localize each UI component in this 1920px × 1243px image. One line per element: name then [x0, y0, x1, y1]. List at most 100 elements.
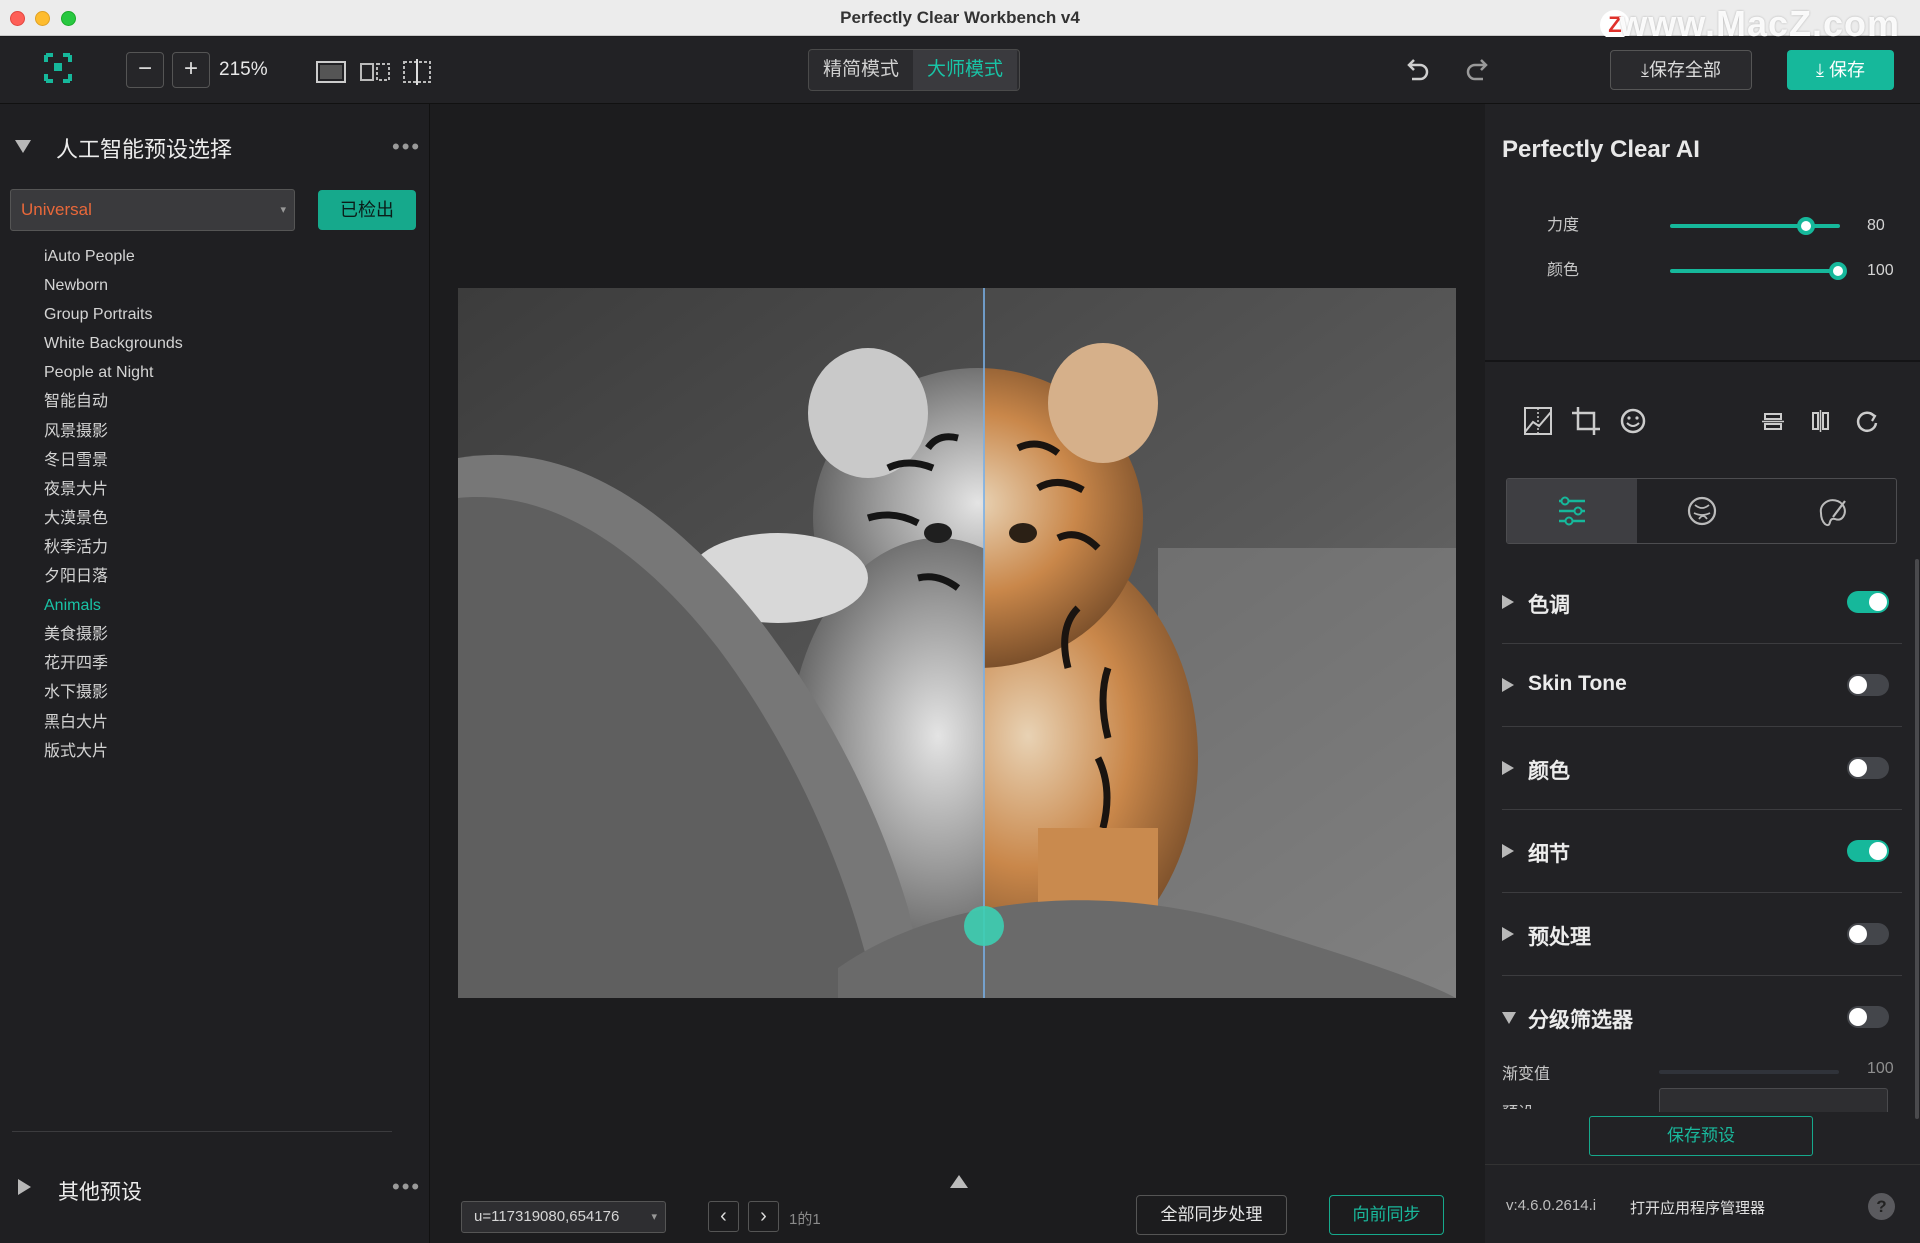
- preset-item[interactable]: iAuto People: [44, 242, 183, 271]
- preset-item[interactable]: 夜景大片: [44, 475, 183, 504]
- preset-item[interactable]: Newborn: [44, 271, 183, 300]
- collapse-section-icon[interactable]: [1502, 1012, 1516, 1024]
- next-image-button[interactable]: ›: [748, 1201, 779, 1232]
- strength-slider-knob[interactable]: [1797, 217, 1815, 235]
- preset-item[interactable]: 风景摄影: [44, 417, 183, 446]
- section-row[interactable]: 色调: [1502, 561, 1902, 644]
- more-options-icon[interactable]: •••: [392, 134, 421, 160]
- sliders-icon: [1559, 496, 1585, 526]
- preset-item[interactable]: 花开四季: [44, 649, 183, 678]
- expand-section-icon[interactable]: [1502, 595, 1514, 609]
- color-slider-knob[interactable]: [1829, 262, 1847, 280]
- preset-item[interactable]: 冬日雪景: [44, 446, 183, 475]
- detected-button[interactable]: 已检出: [318, 190, 416, 230]
- save-button[interactable]: ⤓ 保存: [1787, 50, 1894, 90]
- other-presets-title: 其他预设: [58, 1181, 142, 1204]
- histogram-icon[interactable]: [1521, 404, 1555, 438]
- gradient-slider[interactable]: [1659, 1070, 1839, 1074]
- panel-scrollbar[interactable]: [1915, 559, 1919, 1119]
- section-row[interactable]: 预处理: [1502, 893, 1902, 976]
- undo-icon[interactable]: [1402, 55, 1432, 85]
- section-toggle[interactable]: [1847, 674, 1889, 696]
- master-mode-tab[interactable]: 大师模式: [913, 50, 1017, 90]
- tab-adjustments[interactable]: [1507, 479, 1637, 543]
- section-toggle[interactable]: [1847, 757, 1889, 779]
- preset-item[interactable]: 秋季活力: [44, 533, 183, 562]
- version-text: v:4.6.0.2614.i: [1506, 1197, 1597, 1214]
- collapse-presets-icon[interactable]: [15, 140, 31, 153]
- open-app-manager-link[interactable]: 打开应用程序管理器: [1630, 1197, 1765, 1218]
- preset-item[interactable]: 美食摄影: [44, 620, 183, 649]
- download-icon: ⤓: [1816, 60, 1829, 80]
- expand-section-icon[interactable]: [1502, 844, 1514, 858]
- section-toggle[interactable]: [1847, 840, 1889, 862]
- sync-forward-button[interactable]: 向前同步: [1329, 1195, 1444, 1235]
- strength-value: 80: [1867, 217, 1885, 234]
- redo-icon[interactable]: [1463, 55, 1493, 85]
- zoom-out-button[interactable]: −: [126, 52, 164, 88]
- expand-section-icon[interactable]: [1502, 927, 1514, 941]
- tab-effects[interactable]: [1767, 479, 1896, 543]
- preset-item[interactable]: People at Night: [44, 358, 183, 387]
- preset-item[interactable]: 夕阳日落: [44, 562, 183, 591]
- flip-horizontal-icon[interactable]: [1803, 404, 1837, 438]
- split-view-icon[interactable]: [402, 59, 432, 85]
- save-all-label: 保存全部: [1648, 60, 1721, 80]
- single-view-icon[interactable]: [316, 59, 346, 85]
- preset-item[interactable]: Animals: [44, 591, 183, 620]
- expand-other-presets-icon[interactable]: [18, 1179, 31, 1195]
- preset-item[interactable]: Group Portraits: [44, 300, 183, 329]
- other-more-options-icon[interactable]: •••: [392, 1174, 421, 1200]
- face-icon[interactable]: [1616, 404, 1650, 438]
- section-toggle[interactable]: [1847, 1006, 1889, 1028]
- toggle-knob: [1869, 842, 1887, 860]
- flip-vertical-icon[interactable]: [1756, 404, 1790, 438]
- panel-title: Perfectly Clear AI: [1502, 136, 1700, 163]
- preset-item[interactable]: 版式大片: [44, 737, 183, 766]
- section-row[interactable]: Skin Tone: [1502, 644, 1902, 727]
- divider: [1485, 360, 1920, 362]
- section-row[interactable]: 颜色: [1502, 727, 1902, 810]
- color-slider[interactable]: [1670, 269, 1840, 273]
- zoom-in-button[interactable]: +: [172, 52, 210, 88]
- section-toggle[interactable]: [1847, 591, 1889, 613]
- expand-section-icon[interactable]: [1502, 678, 1514, 692]
- main-toolbar: − + 215% 精简模式 大师模式 ⤓保存全部 ⤓ 保存: [0, 37, 1920, 104]
- help-icon[interactable]: ?: [1868, 1193, 1895, 1220]
- section-row[interactable]: 分级筛选器: [1502, 976, 1902, 1059]
- app-logo-icon: [44, 53, 72, 83]
- strength-label: 力度: [1547, 217, 1580, 234]
- section-toggle[interactable]: [1847, 923, 1889, 945]
- photo-preview[interactable]: [458, 288, 1456, 998]
- preset-item[interactable]: 智能自动: [44, 387, 183, 416]
- show-filmstrip-icon[interactable]: [950, 1175, 968, 1188]
- preset-item[interactable]: 黑白大片: [44, 708, 183, 737]
- rotate-icon[interactable]: [1850, 404, 1884, 438]
- crop-icon[interactable]: [1569, 404, 1603, 438]
- toggle-knob: [1849, 759, 1867, 777]
- simple-mode-tab[interactable]: 精简模式: [809, 50, 913, 90]
- preset-item[interactable]: White Backgrounds: [44, 329, 183, 358]
- expand-section-icon[interactable]: [1502, 761, 1514, 775]
- mode-switcher: 精简模式 大师模式: [808, 49, 1020, 91]
- split-handle-icon[interactable]: [964, 906, 1004, 946]
- file-selector[interactable]: u=117319080,654176 ▾: [461, 1201, 666, 1233]
- save-label: 保存: [1828, 60, 1865, 80]
- preset-item[interactable]: 水下摄影: [44, 678, 183, 707]
- section-label: 颜色: [1528, 760, 1570, 783]
- preset-item[interactable]: 大漠景色: [44, 504, 183, 533]
- prev-image-button[interactable]: ‹: [708, 1201, 739, 1232]
- section-label: Skin Tone: [1528, 672, 1627, 695]
- filter-preset-dropdown[interactable]: [1659, 1088, 1888, 1112]
- section-row[interactable]: 细节: [1502, 810, 1902, 893]
- side-by-side-view-icon[interactable]: [360, 59, 390, 85]
- save-all-button[interactable]: ⤓保存全部: [1610, 50, 1752, 90]
- tab-creative[interactable]: [1637, 479, 1767, 543]
- preset-list: iAuto People Newborn Group Portraits White …: [44, 242, 183, 766]
- save-preset-button[interactable]: 保存预设: [1589, 1116, 1813, 1156]
- preset-dropdown[interactable]: Universal ▾: [10, 189, 295, 231]
- sync-all-button[interactable]: 全部同步处理: [1136, 1195, 1287, 1235]
- tiger-cub-photo: [458, 288, 1456, 998]
- filter-preset-label: 预设: [1502, 1099, 1534, 1109]
- split-divider-line[interactable]: [983, 288, 985, 998]
